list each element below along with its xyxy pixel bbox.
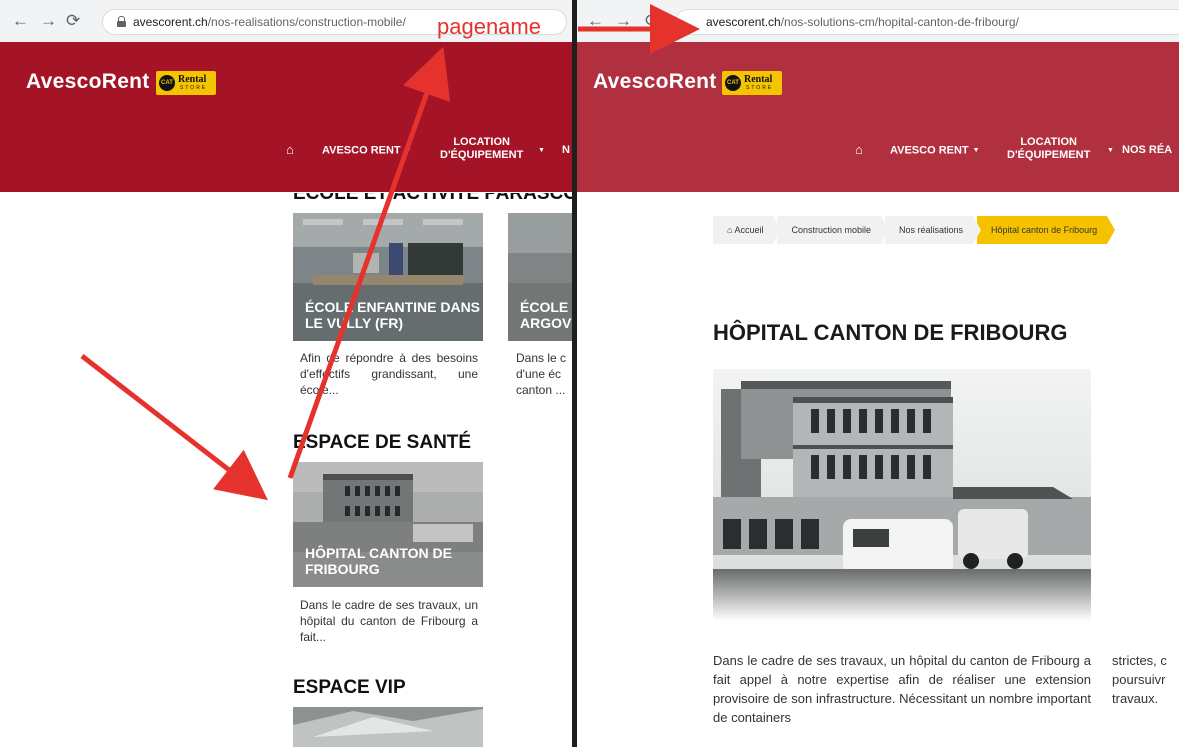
nav-label-line1: LOCATION [453,136,510,148]
nav-nos-realisations[interactable]: NOS RÉA [1122,144,1172,157]
cat-logo-mark: CAT [725,75,741,91]
back-arrow-icon[interactable]: ← [12,12,29,30]
logo-rental-text: Rental [178,74,207,85]
card-caption: ÉCOLE ENFANTINE DANS LE VULLY (FR) [305,299,481,331]
card-hopital-fribourg[interactable]: HÔPITAL CANTON DE FRIBOURG [293,462,483,587]
nav-avesco-rent[interactable]: AVESCO RENT ▼ [890,144,980,157]
article-body: Dans le cadre de ses travaux, un hôpital… [713,653,1091,725]
annotation-pagename: pagename [437,14,541,39]
logo-store-text: STORE [746,85,774,91]
site-brand[interactable]: AvescoRent [26,70,150,94]
reload-icon[interactable]: ⟳ [645,12,659,30]
card-caption: HÔPITAL CANTON DE FRIBOURG [305,545,453,577]
right-browser-window: ← → ⟳ avescorent.ch/nos-solutions-cm/hop… [577,0,1179,747]
nav-label: AVESCO RENT [890,144,969,157]
breadcrumb-current-page: Hôpital canton de Fribourg [977,216,1116,244]
nav-avesco-rent[interactable]: AVESCO RENT ▼ [322,144,412,157]
left-browser-window: ← → ⟳ avescorent.ch/nos-realisations/con… [0,0,572,747]
url-text: avescorent.ch/nos-realisations/construct… [133,15,406,29]
cat-logo-mark: CAT [159,75,175,91]
breadcrumb-accueil[interactable]: ⌂ Accueil [713,216,782,244]
main-nav: ⌂ AVESCO RENT ▼ LOCATION D'ÉQUIPEMENT ▼ N [0,136,572,176]
site-header: AvescoRent CAT Rental STORE ⌂ AVESCO REN… [577,42,1179,192]
nav-truncated-item[interactable]: N [562,144,570,157]
card-ecole-argovie[interactable]: ÉCOLE ARGOV [508,213,572,341]
back-arrow-icon[interactable]: ← [587,12,604,30]
nav-label-line1: LOCATION [1020,136,1077,148]
logo-store-text: STORE [180,85,208,91]
hospital-building-photo [713,369,1091,621]
caret-down-icon: ▼ [538,147,545,154]
card-espace-vip[interactable] [293,707,483,747]
card-excerpt: Afin de répondre à des besoins d'effecti… [300,351,478,397]
nav-label-line2: D'ÉQUIPEMENT [440,149,524,161]
nav-label: AVESCO RENT [322,144,401,157]
hospital-main-photo [713,369,1091,621]
cat-rental-store-logo: CAT Rental STORE [722,71,782,95]
breadcrumb-construction-mobile[interactable]: Construction mobile [777,216,889,244]
card-excerpt-truncated: Dans le c d'une éc canton ... [516,351,567,397]
nav-location-equipement[interactable]: LOCATION D'ÉQUIPEMENT [1007,136,1090,162]
page-title: HÔPITAL CANTON DE FRIBOURG [713,320,1068,345]
forward-arrow-icon[interactable]: → [615,12,632,30]
card-caption: ÉCOLE ARGOV [520,299,572,331]
card-ecole-enfantine[interactable]: ÉCOLE ENFANTINE DANS LE VULLY (FR) [293,213,483,341]
breadcrumb-nos-realisations[interactable]: Nos réalisations [885,216,982,244]
cat-rental-store-logo: CAT Rental STORE [156,71,216,95]
forward-arrow-icon[interactable]: → [40,12,57,30]
address-bar-row: ← → ⟳ avescorent.ch/nos-solutions-cm/hop… [577,0,1179,42]
lock-icon [117,16,126,27]
caret-down-icon: ▼ [972,147,980,154]
caret-down-icon: ▼ [1107,147,1114,154]
card-excerpt: Dans le cadre de ses travaux, un hôpital… [300,598,478,644]
caret-down-icon: ▼ [404,147,412,154]
home-icon[interactable]: ⌂ [286,143,294,156]
site-brand[interactable]: AvescoRent [593,70,717,94]
section-title-espace-vip: ESPACE VIP [293,677,406,698]
url-field[interactable]: avescorent.ch/nos-solutions-cm/hopital-c… [675,9,1179,35]
logo-rental-text: Rental [744,74,773,85]
article-body-column2: strictes, c poursuivr travaux. [1112,653,1167,706]
main-nav: ⌂ AVESCO RENT ▼ LOCATION D'ÉQUIPEMENT ▼ NO… [577,136,1179,176]
reload-icon[interactable]: ⟳ [66,12,80,30]
vip-tent-photo [293,707,483,747]
nav-location-equipement[interactable]: LOCATION D'ÉQUIPEMENT [440,136,523,162]
nav-label-line2: D'ÉQUIPEMENT [1007,149,1091,161]
breadcrumb: ⌂ Accueil Construction mobile Nos réalis… [713,216,1116,244]
url-text: avescorent.ch/nos-solutions-cm/hopital-c… [706,15,1019,29]
site-header: AvescoRent CAT Rental STORE ⌂ AVESCO REN… [0,42,572,192]
home-icon[interactable]: ⌂ [855,143,863,156]
section-title-espace-sante: ESPACE DE SANTÉ [293,432,472,453]
